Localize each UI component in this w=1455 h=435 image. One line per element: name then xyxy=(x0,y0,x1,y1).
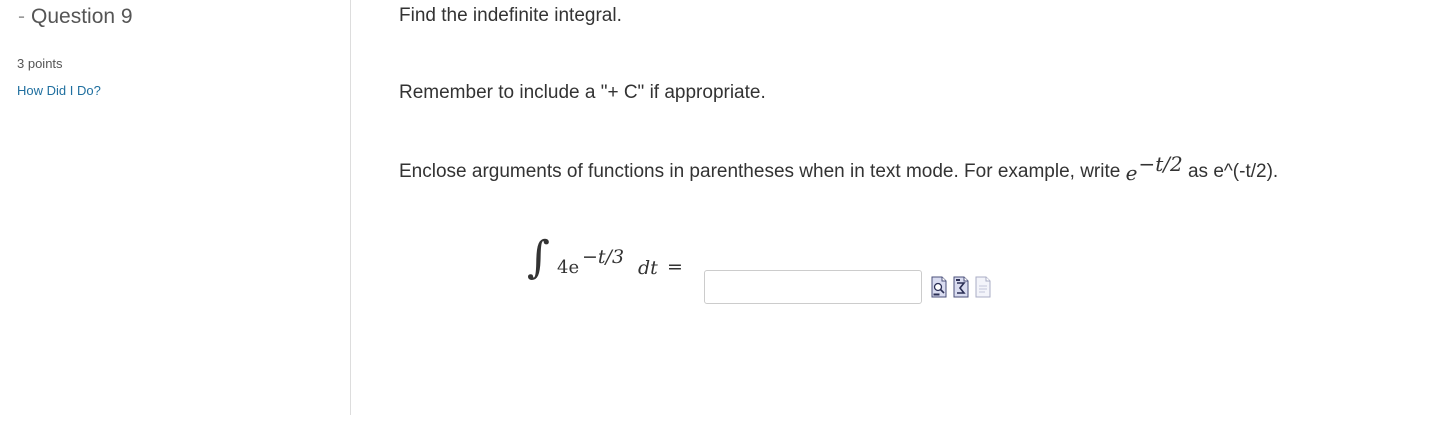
collapse-dash-icon[interactable]: - xyxy=(18,5,25,28)
differential: dt xyxy=(638,257,658,279)
equals-sign: = xyxy=(667,256,683,278)
question-sidebar: - Question 9 3 points How Did I Do? xyxy=(0,0,351,415)
answer-input[interactable] xyxy=(704,270,922,304)
example-math-exponent: −t/2 xyxy=(1138,152,1183,176)
instruction-parentheses-suffix: as e^(-t/2). xyxy=(1182,161,1279,182)
points-label: 3 points xyxy=(17,56,63,71)
question-body: Find the indefinite integral. Remember t… xyxy=(399,0,1455,435)
integral-sign: ∫ xyxy=(527,232,550,283)
how-did-i-do-link[interactable]: How Did I Do? xyxy=(17,83,101,98)
equation-editor-icon[interactable] xyxy=(953,276,969,298)
instruction-include-c: Remember to include a "+ C" if appropria… xyxy=(399,82,766,103)
preview-icon[interactable] xyxy=(931,276,947,298)
instruction-find-integral: Find the indefinite integral. xyxy=(399,5,622,26)
instruction-parentheses-text: Enclose arguments of functions in parent… xyxy=(399,161,1126,182)
question-header[interactable]: - Question 9 xyxy=(18,5,133,29)
text-mode-icon[interactable] xyxy=(975,276,991,298)
integrand-exponent: −t/3 xyxy=(582,246,625,268)
integrand-coefficient: 4e xyxy=(557,257,580,278)
example-math-base: e xyxy=(1125,161,1138,185)
question-title: Question 9 xyxy=(31,5,133,28)
instruction-parentheses: Enclose arguments of functions in parent… xyxy=(399,152,1279,185)
question-page: - Question 9 3 points How Did I Do? Find … xyxy=(0,0,1455,435)
